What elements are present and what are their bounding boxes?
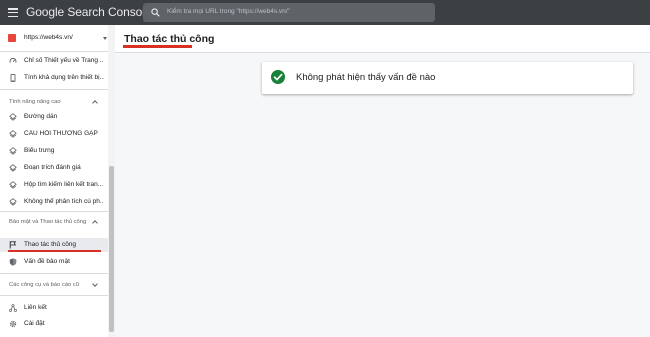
search-icon — [151, 8, 160, 17]
sidebar-scrollbar-thumb[interactable] — [109, 166, 114, 332]
sidebar-item-settings[interactable]: Cài đặt — [0, 317, 108, 331]
page-title: Thao tác thủ công — [124, 33, 215, 45]
chevron-up-icon — [92, 100, 98, 106]
app-brand-logo[interactable]: Google Search Console — [26, 5, 151, 19]
gear-icon — [9, 320, 17, 328]
shield-icon — [9, 258, 17, 266]
page-header: Thao tác thủ công — [115, 25, 650, 53]
sidebar-item-logos[interactable]: Biểu trưng — [0, 144, 108, 158]
sidebar-item-label: Cài đặt — [24, 320, 45, 327]
chevron-up-icon — [92, 220, 98, 226]
sidebar-item-sitelinks-searchbox[interactable]: Hộp tìm kiếm liên kết tran... — [0, 178, 108, 192]
mobile-phone-icon — [10, 74, 16, 82]
dropdown-caret-icon — [103, 37, 107, 40]
speed-gauge-icon — [9, 57, 17, 63]
sidebar-item-mobile-usability[interactable]: Tính khả dụng trên thiết bị... — [0, 71, 108, 85]
section-label: Các công cụ và báo cáo cũ — [9, 282, 79, 288]
sidebar-item-breadcrumbs[interactable]: Đường dẫn — [0, 110, 108, 124]
sidebar-item-label: Không thể phân tích cú ph... — [24, 198, 104, 205]
sidebar-item-label: Vấn đề bảo mật — [24, 258, 70, 265]
sidebar-divider — [0, 273, 108, 274]
sidebar-item-label: Đoạn trích đánh giá — [24, 164, 81, 171]
section-header-enhancements[interactable]: Tính năng nâng cao — [0, 98, 108, 108]
flag-icon — [9, 241, 17, 249]
status-message: Không phát hiện thấy vấn đề nào — [296, 72, 436, 83]
links-network-icon — [9, 304, 17, 312]
sidebar-item-label: Chỉ số Thiết yếu về Trang ... — [24, 57, 104, 64]
section-label: Tính năng nâng cao — [9, 99, 61, 105]
property-favicon-icon — [8, 34, 16, 42]
sidebar-item-core-web-vitals[interactable]: Chỉ số Thiết yếu về Trang ... — [0, 54, 108, 68]
sidebar-item-label: Liên kết — [24, 304, 47, 311]
diamond-layers-icon — [9, 113, 17, 121]
sidebar-item-faq[interactable]: CÂU HỎI THƯỜNG GẶP — [0, 127, 108, 141]
property-selector[interactable]: https://web4s.vn/ — [0, 25, 115, 52]
page-title-underline — [123, 45, 192, 48]
diamond-layers-icon — [9, 181, 17, 189]
property-url: https://web4s.vn/ — [24, 34, 73, 41]
section-header-legacy-tools[interactable]: Các công cụ và báo cáo cũ — [0, 281, 108, 291]
sidebar-item-label: CÂU HỎI THƯỜNG GẶP — [24, 130, 98, 137]
url-inspection-search-input[interactable]: Kiểm tra mọi URL trong "https://web4s.vn… — [143, 3, 435, 22]
sidebar-item-security-issues[interactable]: Vấn đề bảo mật — [0, 255, 108, 269]
diamond-layers-icon — [9, 147, 17, 155]
sidebar-divider — [0, 295, 108, 296]
main-content — [115, 53, 650, 337]
sidebar-item-label: Biểu trưng — [24, 147, 55, 154]
sidebar-item-label: Tính khả dụng trên thiết bị... — [24, 74, 104, 81]
top-app-bar: Google Search Console Kiểm tra mọi URL t… — [0, 0, 650, 25]
diamond-layers-icon — [9, 198, 17, 206]
check-circle-icon — [271, 70, 285, 84]
section-label: Bảo mật và Thao tác thủ công — [9, 219, 87, 225]
sidebar-divider — [0, 211, 108, 212]
search-placeholder: Kiểm tra mọi URL trong "https://web4s.vn… — [167, 8, 290, 15]
sidebar-item-links[interactable]: Liên kết — [0, 301, 108, 315]
sidebar-divider — [0, 89, 108, 90]
diamond-layers-icon — [9, 164, 17, 172]
sidebar-item-label: Hộp tìm kiếm liên kết tran... — [24, 181, 104, 188]
status-card: Không phát hiện thấy vấn đề nào — [262, 62, 633, 94]
section-header-security-manual-actions[interactable]: Bảo mật và Thao tác thủ công — [0, 218, 108, 234]
sidebar-item-review-snippets[interactable]: Đoạn trích đánh giá — [0, 161, 108, 175]
sidebar-item-label: Thao tác thủ công — [24, 241, 77, 248]
diamond-layers-icon — [9, 130, 17, 138]
sidebar-item-label: Đường dẫn — [24, 113, 58, 120]
sidebar-nav: https://web4s.vn/ Chỉ số Thiết yếu về Tr… — [0, 25, 115, 337]
active-item-underline — [8, 250, 101, 252]
chevron-down-icon — [92, 281, 98, 287]
hamburger-menu-icon[interactable] — [8, 8, 18, 18]
sidebar-item-unparsable-structured-data[interactable]: Không thể phân tích cú ph... — [0, 195, 108, 209]
